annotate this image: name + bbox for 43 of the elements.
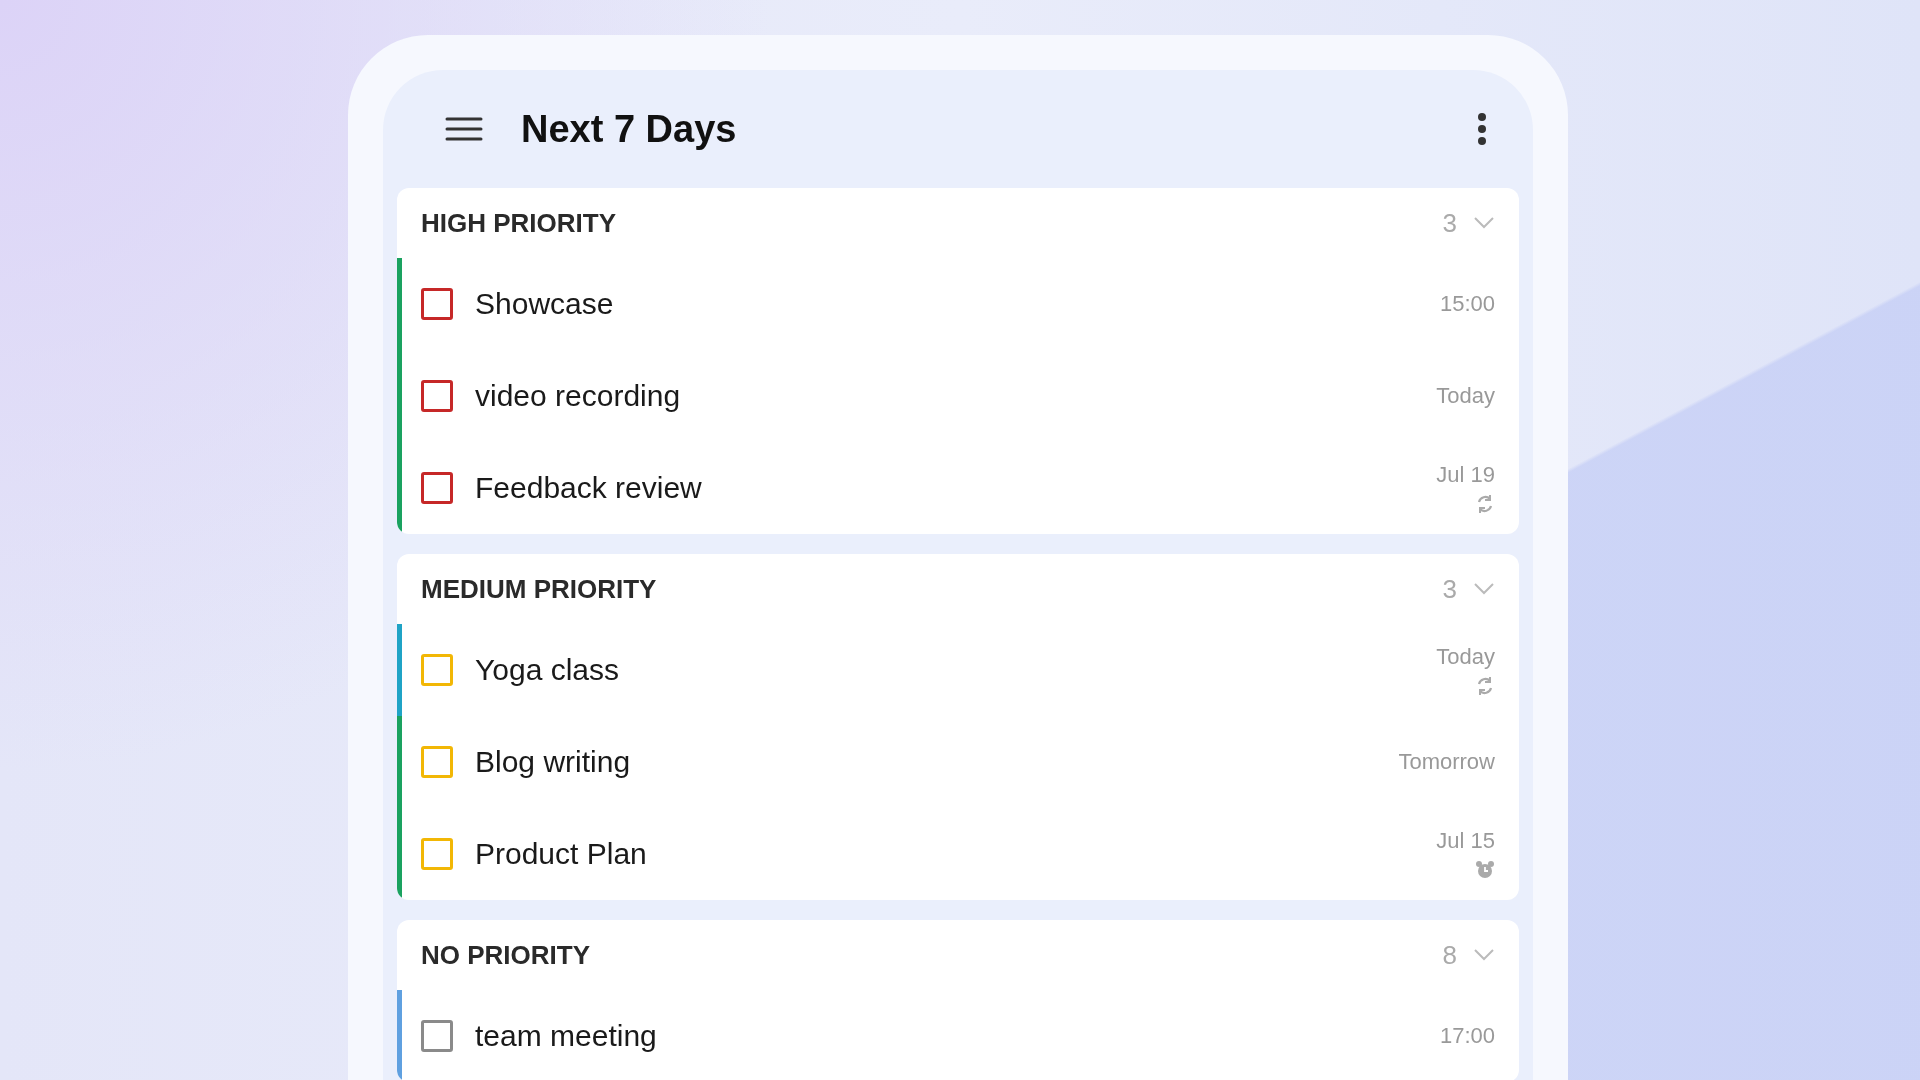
task-row[interactable]: Blog writing Tomorrow <box>397 716 1519 808</box>
task-count: 3 <box>1442 573 1457 605</box>
task-title: Showcase <box>475 287 615 321</box>
checkbox[interactable] <box>421 838 453 870</box>
checkbox[interactable] <box>421 472 453 504</box>
due-date: Today <box>1436 644 1495 670</box>
checkbox[interactable] <box>421 288 453 320</box>
task-title: Feedback review <box>475 471 703 505</box>
task-row[interactable]: Yoga class Today <box>397 624 1519 716</box>
checkbox[interactable] <box>421 1020 453 1052</box>
task-row[interactable]: Showcase 15:00 <box>397 258 1519 350</box>
due-date: Today <box>1436 383 1495 409</box>
task-row[interactable]: video recording Today <box>397 350 1519 442</box>
checkbox[interactable] <box>421 380 453 412</box>
task-title: Product Plan <box>475 837 648 871</box>
task-title: video recording <box>475 379 682 413</box>
alarm-clock-icon <box>1475 860 1495 880</box>
more-options-icon[interactable] <box>1477 112 1487 146</box>
task-title: Blog writing <box>475 745 632 779</box>
checkbox[interactable] <box>421 654 453 686</box>
task-title: team meeting <box>475 1019 658 1053</box>
due-date: 15:00 <box>1439 291 1495 317</box>
due-date: 17:00 <box>1439 1023 1495 1049</box>
chevron-icon[interactable] <box>1473 582 1495 596</box>
task-row[interactable]: Feedback review Jul 19 <box>397 442 1519 534</box>
repeat-icon <box>1475 676 1495 696</box>
due-date: Tomorrow <box>1398 749 1495 775</box>
due-date: Jul 19 <box>1436 462 1495 488</box>
section-title: HIGH PRIORITY <box>421 207 617 239</box>
screen-title: Next 7 Days <box>521 107 738 151</box>
checkbox[interactable] <box>421 746 453 778</box>
task-count: 8 <box>1442 939 1457 971</box>
chevron-icon[interactable] <box>1473 948 1495 962</box>
due-date: Jul 15 <box>1436 828 1495 854</box>
menu-icon[interactable] <box>445 116 483 142</box>
task-row[interactable]: team meeting 17:00 <box>397 990 1519 1080</box>
section-title: MEDIUM PRIORITY <box>421 573 658 605</box>
task-row[interactable]: Product Plan Jul 15 <box>397 808 1519 900</box>
task-count: 3 <box>1442 207 1457 239</box>
chevron-icon[interactable] <box>1473 216 1495 230</box>
section-title: NO PRIORITY <box>421 939 591 971</box>
task-title: Yoga class <box>475 653 620 687</box>
repeat-icon <box>1475 494 1495 514</box>
